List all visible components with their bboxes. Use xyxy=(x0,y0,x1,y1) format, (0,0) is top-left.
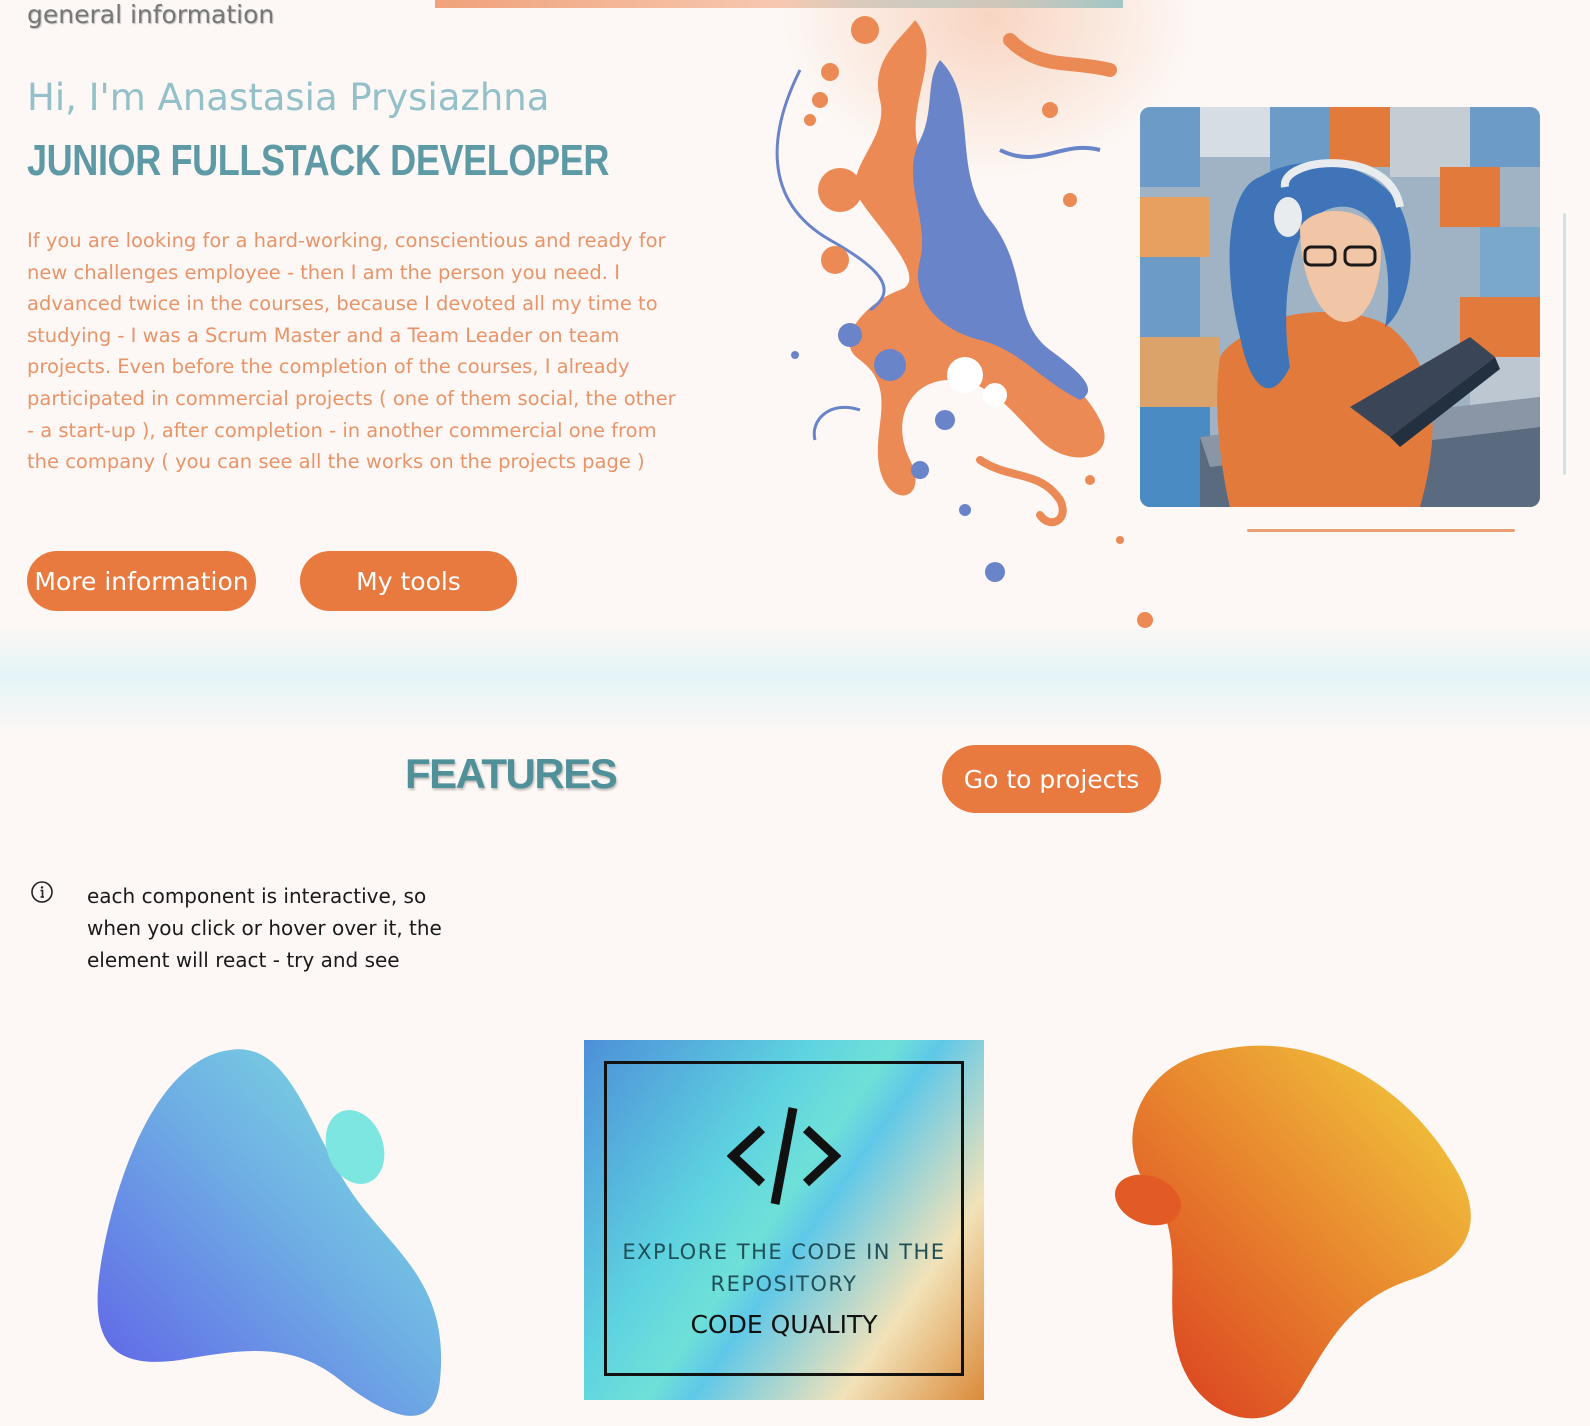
code-quality-card[interactable]: EXPLORE THE CODE IN THE REPOSITORY CODE … xyxy=(584,1040,984,1400)
orange-blob-card[interactable] xyxy=(1110,1040,1485,1426)
code-brackets-icon xyxy=(727,1107,841,1205)
breadcrumb: general information xyxy=(27,0,275,29)
my-tools-button[interactable]: My tools xyxy=(300,551,517,611)
scrollbar-thumb[interactable] xyxy=(1563,213,1566,475)
portrait-underline xyxy=(1247,529,1515,532)
code-card-frame: EXPLORE THE CODE IN THE REPOSITORY CODE … xyxy=(604,1061,964,1376)
role-title: JUNIOR FULLSTACK DEVELOPER xyxy=(27,136,610,185)
go-to-projects-button[interactable]: Go to projects xyxy=(942,745,1161,813)
greeting-title: Hi, I'm Anastasia Prysiazhna xyxy=(27,76,550,119)
intro-paragraph: If you are looking for a hard-working, c… xyxy=(27,229,676,474)
features-title: FEATURES xyxy=(405,750,618,797)
paint-splash-illustration xyxy=(775,16,1153,628)
code-card-label: CODE QUALITY xyxy=(690,1310,878,1339)
developer-portrait-image xyxy=(1140,107,1540,507)
blue-blob-card[interactable] xyxy=(90,1040,460,1426)
code-card-caption: EXPLORE THE CODE IN THE REPOSITORY xyxy=(622,1240,946,1296)
info-text: each component is interactive, so when y… xyxy=(87,884,442,972)
info-circle-icon xyxy=(31,881,53,903)
more-information-button[interactable]: More information xyxy=(27,551,256,611)
section-divider-band xyxy=(0,625,1590,735)
